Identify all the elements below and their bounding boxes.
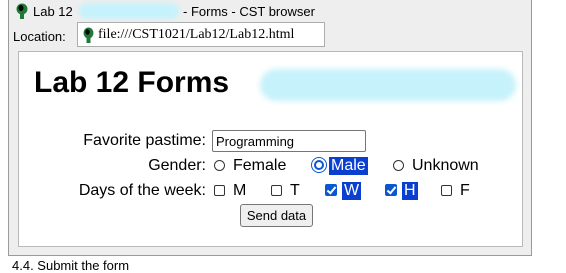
gender-option-label: Unknown (412, 157, 479, 174)
gender-row: Gender: Female Male Unknown (19, 155, 522, 177)
gender-option-label: Male (329, 157, 368, 175)
radio-button[interactable] (214, 160, 225, 171)
file-page-icon (83, 27, 94, 43)
browser-logo-icon (16, 3, 28, 19)
browser-window: Lab 12 - Forms - CST browser Location: f… (8, 0, 532, 256)
checkbox[interactable] (214, 185, 225, 196)
checkbox-checked[interactable] (385, 184, 397, 196)
day-option-label: T (290, 182, 300, 199)
pastime-row: Favorite pastime: (19, 130, 522, 152)
pastime-label: Favorite pastime: (83, 132, 206, 149)
page-content: Lab 12 Forms Favorite pastime: Gender: F… (18, 51, 523, 247)
days-label: Days of the week: (78, 182, 206, 199)
page-title: Lab 12 Forms (34, 66, 230, 99)
pastime-input[interactable] (212, 130, 366, 152)
day-option-label: F (460, 182, 470, 199)
location-url[interactable]: file:///CST1021/Lab12/Lab12.html (98, 27, 294, 43)
checkbox[interactable] (271, 185, 282, 196)
location-field[interactable]: file:///CST1021/Lab12/Lab12.html (77, 22, 325, 47)
day-option-label: M (233, 182, 247, 199)
gender-label: Gender: (148, 157, 206, 174)
redaction-mark (79, 3, 179, 19)
day-option-label: W (342, 182, 362, 200)
send-data-button[interactable]: Send data (240, 204, 313, 227)
title-bar: Lab 12 - Forms - CST browser (9, 0, 531, 22)
days-row: Days of the week: M T W H F (19, 180, 522, 202)
checkbox[interactable] (441, 185, 452, 196)
gender-option-label: Female (233, 157, 287, 174)
day-option-label: H (402, 182, 418, 200)
window-title-suffix: - Forms - CST browser (183, 4, 315, 19)
redaction-mark (260, 69, 516, 101)
checkbox-checked[interactable] (325, 184, 337, 196)
window-title-prefix: Lab 12 (33, 4, 73, 19)
location-bar: Location: file:///CST1021/Lab12/Lab12.ht… (9, 22, 531, 48)
radio-button-checked[interactable] (312, 158, 326, 172)
radio-button[interactable] (393, 160, 404, 171)
location-label: Location: (13, 29, 66, 44)
